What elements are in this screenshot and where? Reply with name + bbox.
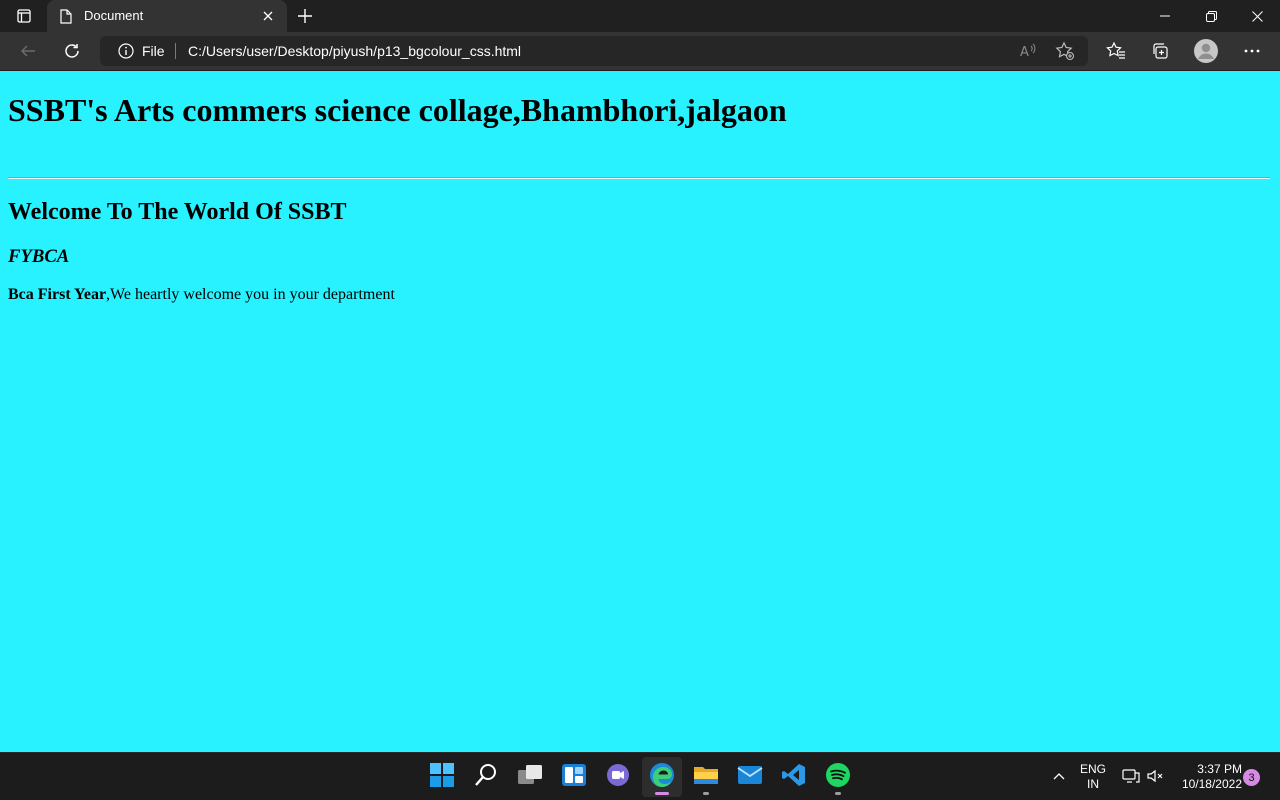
horizontal-rule (8, 177, 1270, 179)
minimize-button[interactable] (1142, 0, 1188, 32)
address-bar[interactable]: File C:/Users/user/Desktop/piyush/p13_bg… (100, 36, 1088, 66)
mail-icon (737, 765, 763, 790)
svg-text:A: A (1020, 45, 1029, 59)
language-code: ENG (1079, 762, 1106, 776)
vscode-icon (782, 763, 806, 792)
clock-time: 3:37 PM (1197, 762, 1242, 776)
close-window-button[interactable] (1234, 0, 1280, 32)
network-icon[interactable] (1122, 767, 1140, 785)
active-indicator (655, 792, 669, 795)
document-icon (59, 8, 73, 24)
chat-icon (606, 763, 630, 792)
widgets-icon (562, 763, 586, 792)
collections-icon[interactable] (1145, 36, 1175, 66)
clock[interactable]: 3:37 PM 10/18/2022 (1172, 762, 1242, 792)
course-heading: FYBCA (8, 246, 70, 267)
input-language-indicator[interactable]: ENG IN (1078, 762, 1108, 792)
chat-button[interactable] (598, 757, 638, 797)
profile-avatar[interactable] (1191, 36, 1221, 66)
paragraph-text: ,We heartly welcome you in your departme… (106, 286, 395, 303)
welcome-paragraph: Bca First Year,We heartly welcome you in… (8, 286, 395, 304)
taskbar-search-button[interactable] (466, 757, 506, 797)
site-label: File (142, 43, 165, 59)
tab-actions-menu-icon[interactable] (8, 4, 40, 28)
browser-tab[interactable]: Document (47, 0, 287, 32)
add-favorite-icon[interactable] (1055, 41, 1075, 61)
start-button[interactable] (422, 757, 462, 797)
edge-icon (649, 762, 675, 793)
file-explorer-button[interactable] (686, 757, 726, 797)
close-tab-icon[interactable] (260, 8, 276, 24)
browser-title-bar: Document (0, 0, 1280, 32)
running-indicator (835, 792, 841, 795)
url-text[interactable]: C:/Users/user/Desktop/piyush/p13_bgcolou… (188, 43, 521, 59)
vscode-button[interactable] (774, 757, 814, 797)
task-view-button[interactable] (510, 757, 550, 797)
college-heading: SSBT's Arts commers science collage,Bham… (8, 92, 787, 128)
volume-muted-icon[interactable] (1147, 767, 1165, 785)
windows-start-icon (430, 762, 454, 792)
info-icon[interactable] (118, 43, 134, 59)
browser-toolbar: File C:/Users/user/Desktop/piyush/p13_bg… (0, 32, 1280, 70)
address-divider (175, 43, 176, 59)
task-view-icon (517, 764, 543, 791)
welcome-heading: Welcome To The World Of SSBT (8, 199, 347, 225)
running-indicator (703, 792, 709, 795)
notification-badge[interactable]: 3 (1243, 769, 1260, 786)
taskbar: ENG IN 3:37 PM 10/18/2022 3 (0, 752, 1280, 800)
spotify-button[interactable] (818, 757, 858, 797)
edge-taskbar-button[interactable] (642, 757, 682, 797)
tab-title: Document (84, 8, 144, 23)
read-aloud-icon[interactable]: A (1019, 41, 1039, 61)
widgets-button[interactable] (554, 757, 594, 797)
new-tab-button[interactable] (292, 4, 318, 28)
paragraph-bold-text: Bca First Year (8, 286, 107, 303)
search-icon (474, 763, 498, 792)
back-button[interactable] (13, 36, 43, 66)
refresh-button[interactable] (57, 36, 87, 66)
file-explorer-icon (693, 764, 719, 791)
favorites-icon[interactable] (1101, 36, 1131, 66)
region-code: IN (1087, 777, 1099, 791)
page-viewport: SSBT's Arts commers science collage,Bham… (0, 71, 1280, 752)
restore-button[interactable] (1188, 0, 1234, 32)
show-hidden-icons-chevron-up-icon[interactable] (1050, 767, 1068, 785)
mail-button[interactable] (730, 757, 770, 797)
spotify-icon (825, 762, 851, 793)
clock-date: 10/18/2022 (1181, 777, 1242, 791)
more-menu-icon[interactable] (1237, 36, 1267, 66)
